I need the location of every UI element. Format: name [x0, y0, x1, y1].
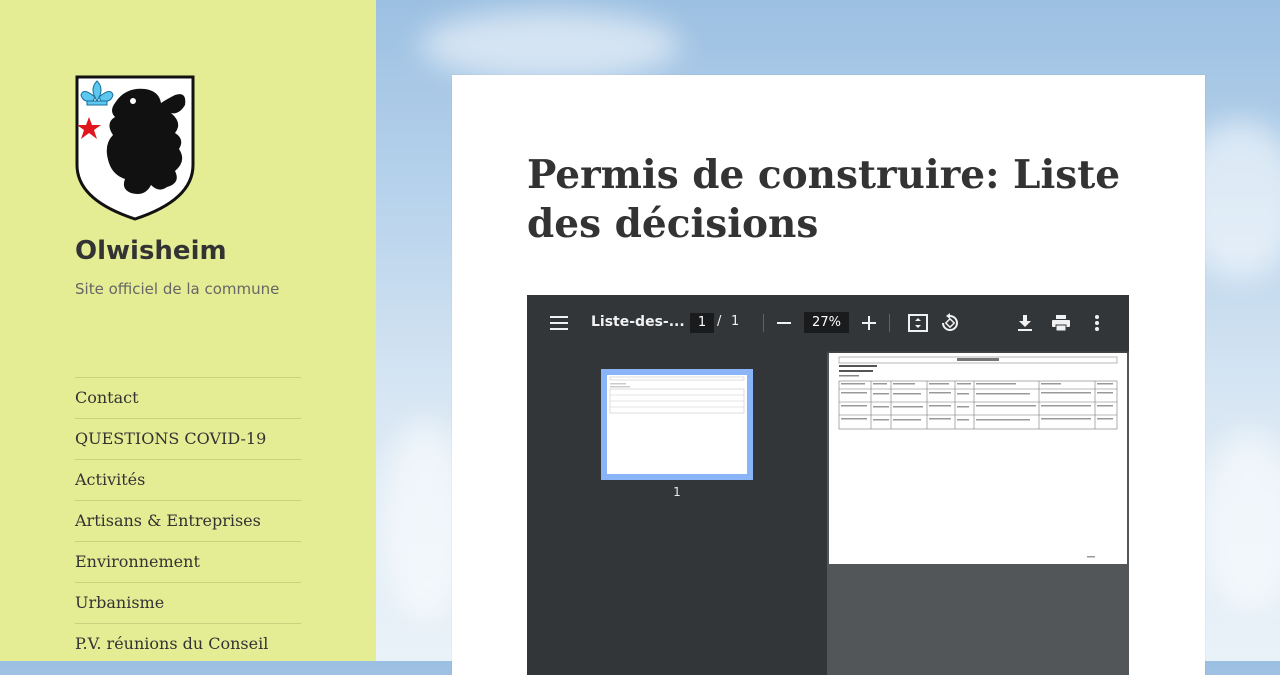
nav-item-contact[interactable]: Contact [75, 377, 301, 418]
pdf-page-content-preview [838, 356, 1118, 558]
page-title: Permis de construire: Liste des décision… [527, 152, 1121, 247]
nav-item-activites[interactable]: Activités [75, 459, 301, 500]
background-cloud [420, 10, 680, 80]
pdf-toolbar: Liste-des-... 1 / 1 27% [527, 295, 1129, 351]
site-description: Site officiel de la commune [75, 280, 280, 298]
thumbnail-page-number: 1 [673, 485, 681, 499]
main-content: Permis de construire: Liste des décision… [452, 75, 1205, 675]
coat-of-arms-logo[interactable] [75, 75, 195, 221]
nav-item-pv-reunions[interactable]: P.V. réunions du Conseil [75, 623, 301, 664]
more-icon[interactable] [1087, 311, 1107, 335]
download-icon[interactable] [1014, 311, 1036, 335]
zoom-level-input[interactable]: 27% [804, 312, 849, 333]
zoom-in-icon[interactable] [859, 311, 879, 335]
zoom-out-icon[interactable] [774, 311, 794, 335]
nav-item-covid[interactable]: QUESTIONS COVID-19 [75, 418, 301, 459]
pdf-page-render [829, 353, 1127, 564]
rotate-icon[interactable] [939, 311, 961, 335]
page-total: 1 [731, 314, 740, 329]
sidebar: Olwisheim Site officiel de la commune Co… [0, 0, 376, 661]
page-number-input[interactable]: 1 [690, 313, 714, 333]
toolbar-divider [763, 314, 764, 332]
background-cloud [1200, 430, 1280, 610]
main-nav: Contact QUESTIONS COVID-19 Activités Art… [75, 377, 301, 664]
menu-icon[interactable] [547, 311, 571, 335]
nav-item-environnement[interactable]: Environnement [75, 541, 301, 582]
thumbnail-sidebar: 1 [527, 351, 827, 675]
toolbar-divider [889, 314, 890, 332]
pdf-document-title: Liste-des-... [591, 314, 685, 330]
print-icon[interactable] [1050, 311, 1072, 335]
site-title[interactable]: Olwisheim [75, 236, 227, 266]
nav-item-urbanisme[interactable]: Urbanisme [75, 582, 301, 623]
fit-page-icon[interactable] [907, 311, 929, 335]
page-thumbnail[interactable] [601, 369, 753, 480]
thumbnail-page-preview [607, 375, 747, 474]
pdf-viewer[interactable]: Liste-des-... 1 / 1 27% 1 [527, 295, 1129, 675]
nav-item-artisans[interactable]: Artisans & Entreprises [75, 500, 301, 541]
page-separator: / [717, 314, 722, 329]
